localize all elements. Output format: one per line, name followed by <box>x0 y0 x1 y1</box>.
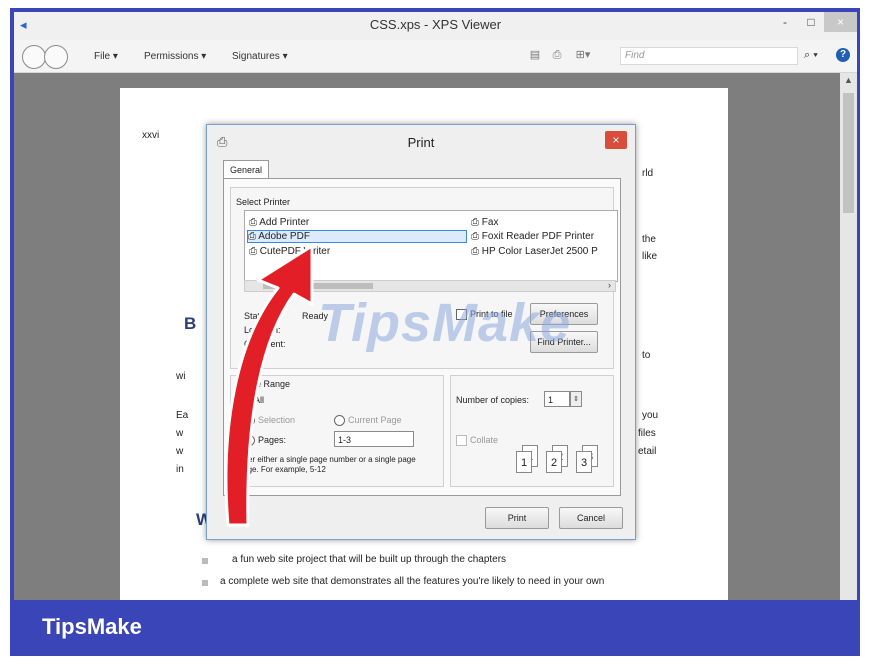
text-fragment: wi <box>176 371 186 382</box>
title-bar: ◂ CSS.xps - XPS Viewer - □ × <box>14 12 857 40</box>
dialog-close-button[interactable]: × <box>605 131 627 149</box>
window-title: CSS.xps - XPS Viewer <box>369 17 502 32</box>
print-icon[interactable]: ⎙ <box>550 49 564 61</box>
text-fragment: the <box>642 234 656 245</box>
collate-page-icon: 1 <box>516 451 532 473</box>
page-range-hint: Enter either a single page number or a s… <box>236 455 416 474</box>
page-range-label: Page Range <box>240 379 291 389</box>
menu-permissions[interactable]: Permissions ▾ <box>144 51 206 62</box>
collate-label: Collate <box>470 435 499 445</box>
copies-spinner[interactable]: ⇕ <box>570 391 582 407</box>
printer-item[interactable]: ⎙ Foxit Reader PDF Printer <box>471 231 594 242</box>
text-fragment: Ea <box>176 410 189 421</box>
text-fragment: etail <box>638 446 657 457</box>
all-label: All <box>254 395 265 405</box>
comment-label: Comment: <box>244 339 286 349</box>
selection-radio[interactable] <box>244 415 255 426</box>
bullet-text: a fun web site project that will be buil… <box>232 554 507 565</box>
scroll-thumb[interactable] <box>263 283 373 289</box>
location-label: Location: <box>244 325 281 335</box>
printer-item[interactable]: ⎙ CutePDF Writer <box>249 246 330 257</box>
selection-label: Selection <box>258 415 296 425</box>
printer-item[interactable]: ⎙ Add Printer <box>249 217 309 228</box>
status-label: Status: <box>244 311 273 321</box>
collate-page-icon: 2 <box>546 451 562 473</box>
scroll-thumb[interactable] <box>843 93 854 213</box>
printer-list-scrollbar[interactable]: › <box>244 280 616 292</box>
vertical-scrollbar[interactable]: ▲ <box>840 73 857 602</box>
pages-input[interactable]: 1-3 <box>334 431 414 447</box>
pages-label: Pages: <box>258 435 287 445</box>
text-fragment: you <box>642 410 659 421</box>
all-radio[interactable] <box>240 395 251 406</box>
text-fragment: like <box>642 251 658 262</box>
printer-list[interactable]: ⎙ Add Printer ⎙ Adobe PDF ⎙ CutePDF Writ… <box>244 210 618 282</box>
text-fragment: w <box>176 428 184 439</box>
text-fragment: w <box>176 446 184 457</box>
printer-item[interactable]: ⎙ HP Color LaserJet 2500 P <box>471 246 598 257</box>
forward-button[interactable] <box>44 45 68 69</box>
page-number: xxvi <box>142 130 160 141</box>
maximize-button[interactable]: □ <box>798 12 824 32</box>
tab-general[interactable]: General <box>223 160 269 179</box>
current-page-radio[interactable] <box>334 415 345 426</box>
close-button[interactable]: × <box>824 12 857 32</box>
scroll-right-icon[interactable]: › <box>608 280 611 290</box>
bullet-text: a complete web site that demonstrates al… <box>220 576 605 587</box>
cancel-button[interactable]: Cancel <box>559 507 623 529</box>
text-fragment: rld <box>642 168 654 179</box>
scroll-up-icon[interactable]: ▲ <box>840 75 857 85</box>
bullet-icon <box>202 558 208 564</box>
watermark-logo: TipsMake <box>318 293 572 353</box>
outline-icon[interactable]: ▤ <box>528 49 542 61</box>
heading-fragment: B <box>184 314 197 333</box>
dialog-title: Print <box>407 135 435 150</box>
bullet-icon <box>202 580 208 586</box>
dialog-title-bar: ⎙ Print × <box>207 125 635 159</box>
back-button[interactable] <box>22 45 46 69</box>
select-printer-label: Select Printer <box>236 197 291 207</box>
pages-radio[interactable] <box>244 435 255 446</box>
footer-banner: TipsMake <box>10 600 860 656</box>
copies-label: Number of copies: <box>456 395 530 405</box>
help-icon[interactable]: ? <box>836 48 850 62</box>
text-fragment: to <box>642 350 651 361</box>
collate-checkbox[interactable] <box>456 435 467 446</box>
current-page-label: Current Page <box>348 415 402 425</box>
printer-item-selected[interactable]: ⎙ Adobe PDF <box>247 230 467 243</box>
collate-page-icon: 3 <box>576 451 592 473</box>
menu-file[interactable]: File ▾ <box>94 51 118 62</box>
text-fragment: files <box>638 428 656 439</box>
footer-brand: TipsMake <box>42 614 142 639</box>
find-input[interactable]: Find <box>620 47 798 65</box>
toolbar: File ▾ Permissions ▾ Signatures ▾ ▤ ⎙ ⊞▾… <box>14 40 857 73</box>
copies-input[interactable]: 1 <box>544 391 570 407</box>
minimize-button[interactable]: - <box>772 12 798 32</box>
search-icon[interactable]: ⌕ ▾ <box>804 49 818 62</box>
menu-signatures[interactable]: Signatures ▾ <box>232 51 288 62</box>
print-button[interactable]: Print <box>485 507 549 529</box>
printer-item[interactable]: ⎙ Fax <box>471 217 498 228</box>
text-fragment: in <box>176 464 184 475</box>
zoom-icon[interactable]: ⊞▾ <box>570 49 596 61</box>
